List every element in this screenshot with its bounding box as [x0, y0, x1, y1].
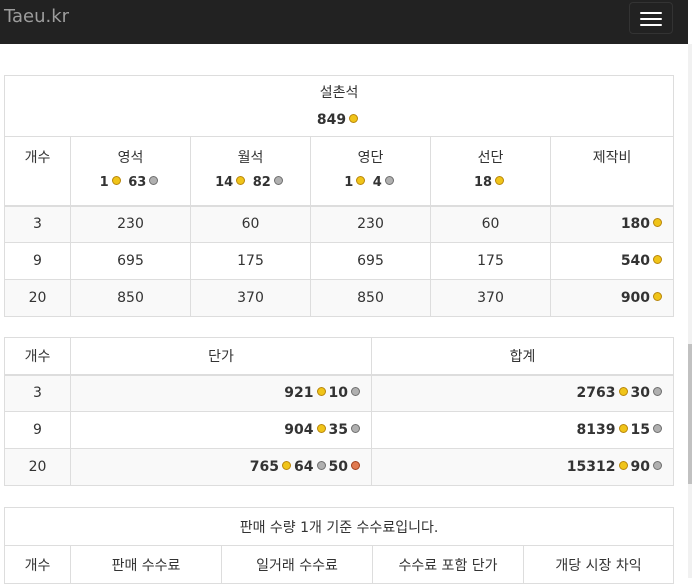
gold-coin-icon	[349, 114, 359, 123]
hamburger-icon-bar	[640, 18, 662, 20]
page-scrollbar[interactable]	[688, 44, 692, 578]
header-material-1: 영석 1 63	[70, 136, 191, 207]
gold-coin-icon	[356, 176, 366, 185]
gold-coin-icon	[316, 424, 326, 433]
recipe-title-price: 849	[5, 107, 673, 134]
total-cell: 2763 30	[371, 374, 674, 412]
silver-coin-icon	[653, 387, 662, 397]
gold-coin-icon	[653, 292, 663, 301]
header-material-2: 월석 14 82	[190, 136, 311, 207]
header-craft-cost: 제작비	[549, 136, 675, 207]
fee-caption: 판매 수량 1개 기준 수수료입니다.	[4, 507, 674, 546]
unit-price-cell: 904 35	[70, 411, 372, 449]
recipe-title: 설촌석	[319, 85, 359, 101]
hamburger-icon-bar	[640, 24, 662, 26]
craft-cost-cell: 900	[549, 279, 675, 317]
fee-table: 판매 수량 1개 기준 수수료입니다. 개수 판매 수수료 일거래 수수료 수수…	[4, 507, 674, 584]
silver-coin-icon	[149, 176, 159, 185]
header-count: 개수	[4, 337, 71, 376]
gold-coin-icon	[282, 461, 292, 470]
table-row: 3 921 10 2763 30	[4, 374, 674, 412]
header-count: 개수	[4, 136, 71, 207]
brand-link[interactable]: Taeu.kr	[4, 5, 69, 29]
menu-toggle-button[interactable]	[629, 2, 673, 34]
silver-coin-icon	[273, 176, 283, 185]
navbar: Taeu.kr	[0, 0, 688, 44]
table-row: 9 904 35 8139 15	[4, 411, 674, 449]
craft-cost-cell: 540	[549, 242, 675, 280]
table-row: 9 695 175 695 175 540	[4, 242, 675, 280]
silver-coin-icon	[384, 176, 394, 185]
gold-coin-icon	[653, 255, 663, 264]
table-row: 20 765 64 50 15312 90	[4, 448, 674, 486]
total-cell: 8139 15	[371, 411, 674, 449]
hamburger-icon-bar	[640, 12, 662, 14]
header-material-4: 선단 18	[430, 136, 551, 207]
unit-price-table: 개수 단가 합계 3 921 10 2763 30 9 904 35 8139 15 2…	[4, 337, 674, 486]
gold-coin-icon	[653, 218, 663, 228]
gold-coin-icon	[316, 387, 326, 397]
scrollbar-thumb[interactable]	[688, 344, 692, 484]
silver-coin-icon	[351, 387, 360, 397]
table-row: 3 230 60 230 60 180	[4, 205, 675, 243]
recipe-title-cell: 설촌석 849	[3, 75, 675, 137]
unit-price-cell: 765 64 50	[70, 448, 372, 486]
gold-coin-icon	[618, 461, 628, 470]
total-cell: 15312 90	[371, 448, 674, 486]
gold-coin-icon	[618, 387, 628, 397]
copper-coin-icon	[351, 461, 360, 470]
table-row: 20 850 370 850 370 900	[4, 279, 675, 317]
unit-price-cell: 921 10	[70, 374, 372, 412]
header-unit-price: 단가	[70, 337, 372, 376]
craft-cost-cell: 180	[549, 205, 675, 243]
silver-coin-icon	[351, 424, 360, 433]
silver-coin-icon	[653, 424, 662, 433]
gold-coin-icon	[618, 424, 628, 433]
header-total: 합계	[371, 337, 674, 376]
recipe-table: 설촌석 849 개수 영석 1 63 월석 14 82 영단 1 4 선단 18…	[3, 75, 675, 317]
silver-coin-icon	[316, 461, 326, 470]
gold-coin-icon	[236, 176, 246, 185]
silver-coin-icon	[653, 461, 662, 470]
gold-coin-icon	[495, 176, 505, 185]
gold-coin-icon	[111, 176, 121, 185]
header-material-3: 영단 1 4	[310, 136, 431, 207]
